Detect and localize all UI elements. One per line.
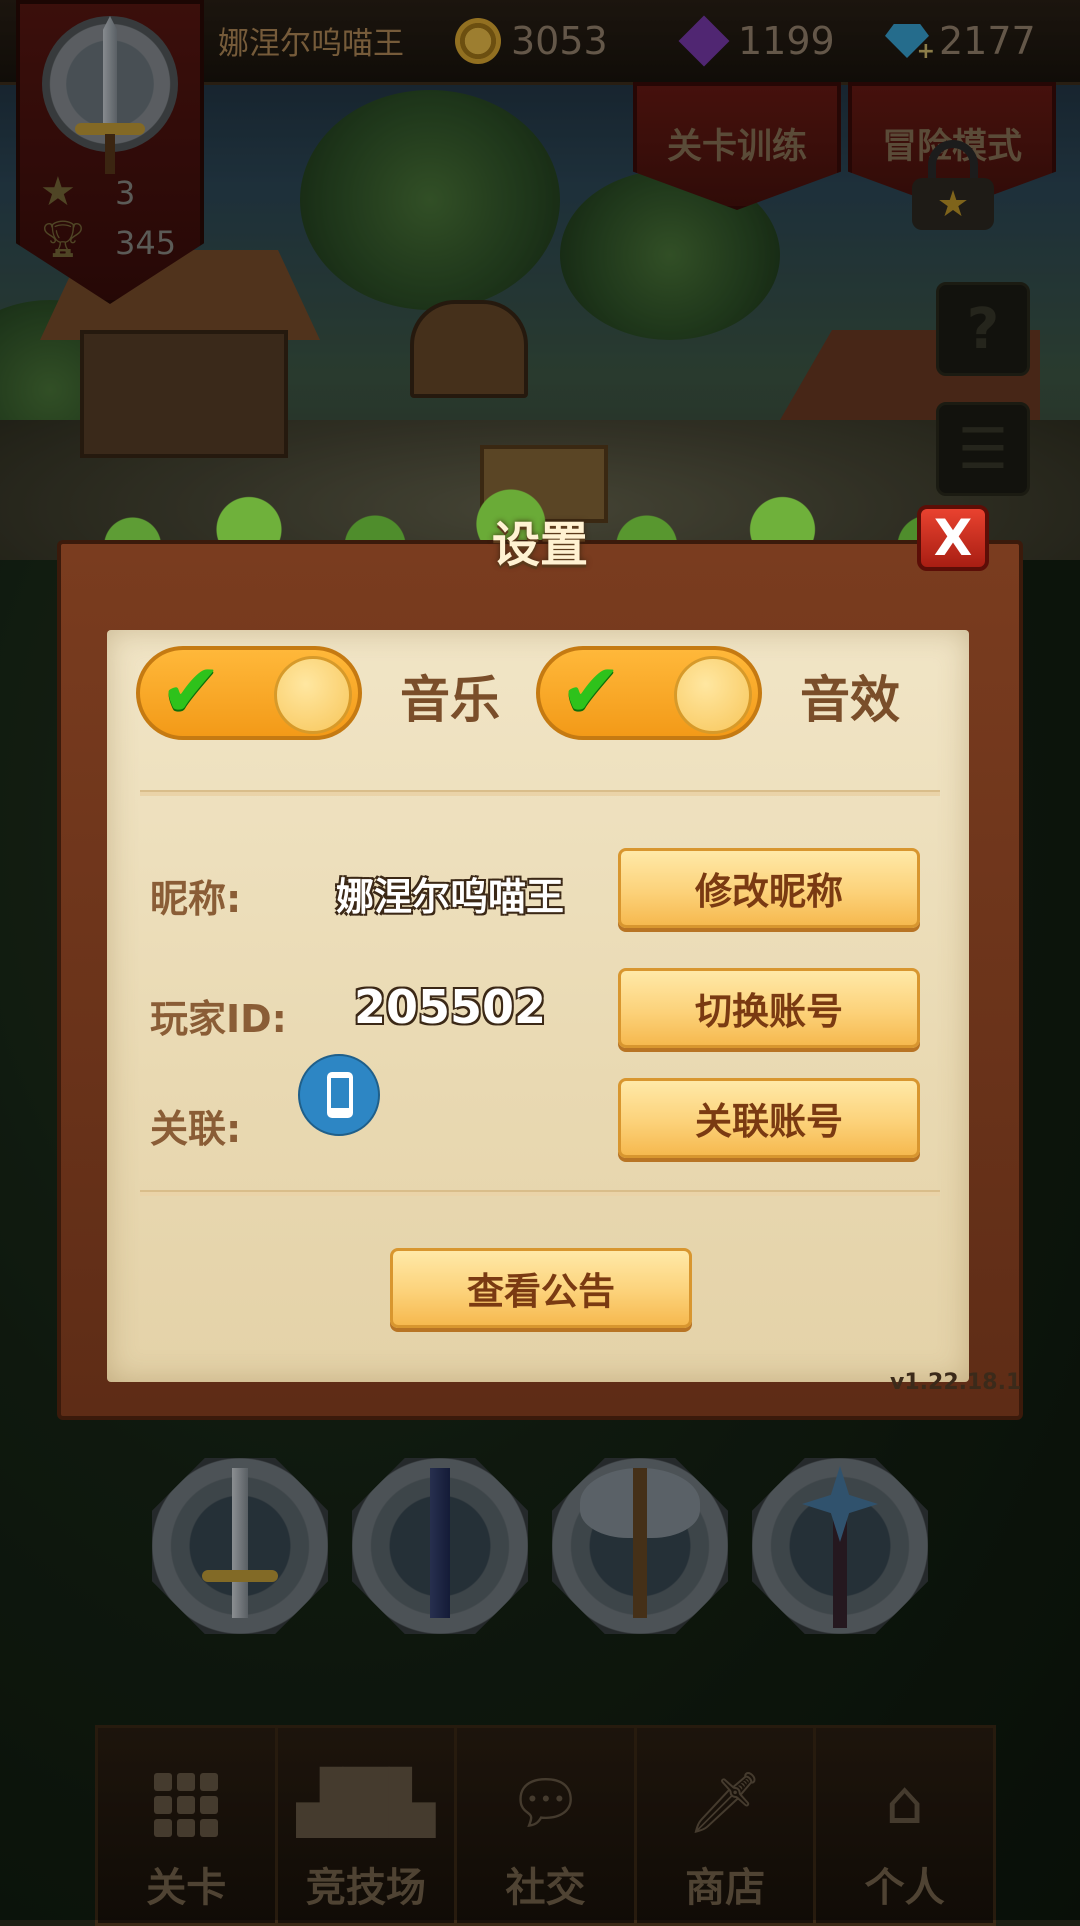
divider: [140, 1190, 940, 1196]
divider: [140, 790, 940, 796]
close-button[interactable]: X: [917, 505, 989, 571]
view-notice-button[interactable]: 查看公告: [390, 1248, 692, 1328]
link-account-button[interactable]: 关联账号: [618, 1078, 920, 1158]
nickname-value: 娜涅尔呜喵王: [335, 875, 564, 919]
change-nickname-button[interactable]: 修改昵称: [618, 848, 920, 928]
music-toggle[interactable]: ✔: [136, 646, 362, 740]
check-icon: ✔: [560, 648, 623, 734]
phone-icon: [298, 1054, 380, 1136]
nickname-label: 昵称:: [150, 877, 242, 921]
check-icon: ✔: [160, 648, 223, 734]
switch-account-button[interactable]: 切换账号: [618, 968, 920, 1048]
version-label: v1.22.18.1: [890, 1370, 1022, 1395]
sfx-toggle[interactable]: ✔: [536, 646, 762, 740]
player-id-value: 205502: [353, 980, 547, 1034]
music-label: 音乐: [400, 671, 500, 729]
player-id-label: 玩家ID:: [150, 997, 287, 1041]
link-label: 关联:: [150, 1107, 242, 1151]
toggle-knob: [274, 656, 352, 734]
sfx-label: 音效: [800, 671, 900, 729]
toggle-knob: [674, 656, 752, 734]
